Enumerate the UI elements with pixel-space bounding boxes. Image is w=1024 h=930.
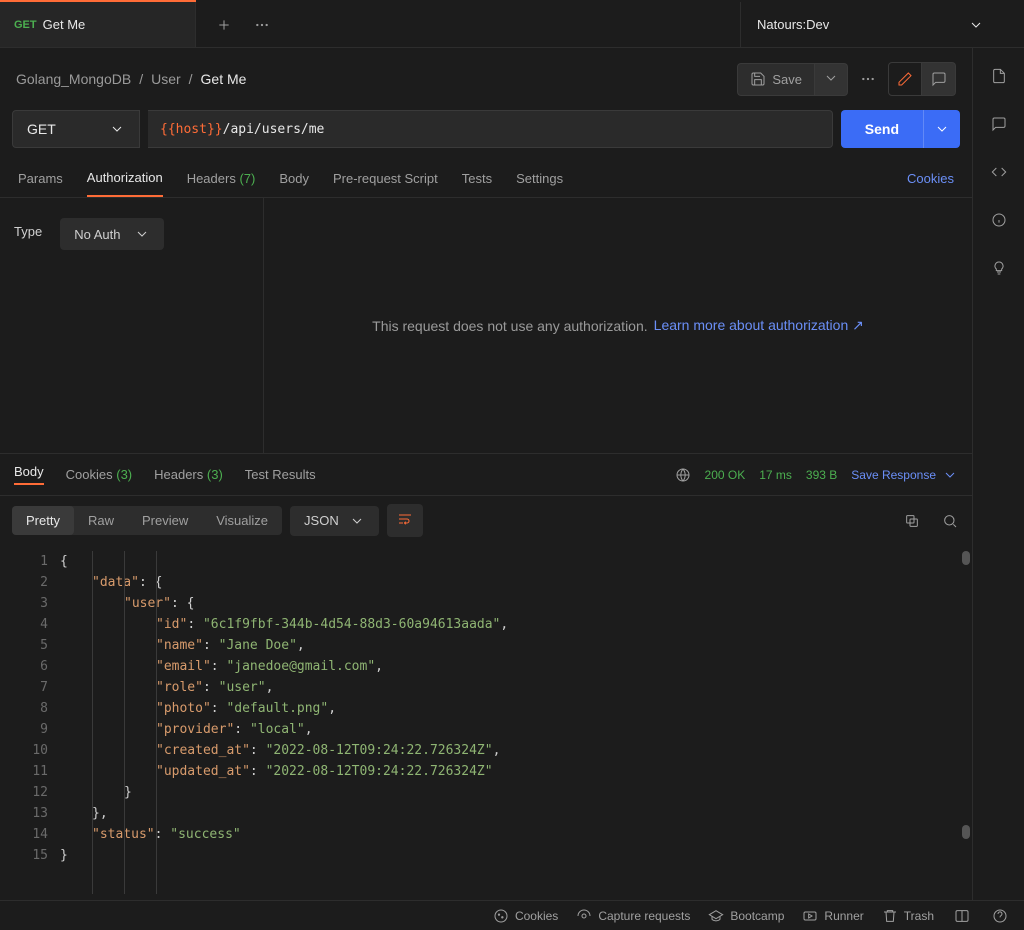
response-body[interactable]: 123456789101112131415 {"data": {"user": …	[0, 545, 972, 900]
chevron-down-icon	[109, 121, 125, 137]
scrollbar-thumb[interactable]	[962, 825, 970, 839]
send-button[interactable]: Send	[841, 110, 923, 148]
more-actions-icon[interactable]	[858, 69, 878, 89]
footer-capture[interactable]: Capture requests	[576, 908, 690, 924]
tab-tests[interactable]: Tests	[462, 161, 492, 196]
code-icon[interactable]	[989, 162, 1009, 182]
response-tab-test-results[interactable]: Test Results	[245, 467, 316, 482]
tab-prerequest[interactable]: Pre-request Script	[333, 161, 438, 196]
status-bar: Cookies Capture requests Bootcamp Runner…	[0, 900, 1024, 930]
tab-authorization[interactable]: Authorization	[87, 160, 163, 197]
breadcrumb-folder[interactable]: User	[151, 71, 181, 87]
view-pretty[interactable]: Pretty	[12, 506, 74, 535]
breadcrumb-collection[interactable]: Golang_MongoDB	[16, 71, 131, 87]
url-variable: {{host}}	[160, 122, 223, 137]
save-response-button[interactable]: Save Response	[851, 467, 958, 483]
view-visualize[interactable]: Visualize	[202, 506, 282, 535]
send-options-button[interactable]	[923, 110, 960, 148]
chevron-down-icon	[134, 226, 150, 242]
auth-type-label: Type	[14, 218, 42, 239]
status-code: 200 OK	[705, 468, 746, 482]
chevron-down-icon	[942, 467, 958, 483]
tab-title: Get Me	[43, 17, 86, 32]
url-input[interactable]: {{host}}/api/users/me	[148, 110, 833, 148]
copy-icon[interactable]	[902, 511, 922, 531]
documentation-icon[interactable]	[989, 66, 1009, 86]
wrap-lines-button[interactable]	[387, 504, 423, 537]
response-tab-headers[interactable]: Headers (3)	[154, 467, 223, 482]
response-tab-body[interactable]: Body	[14, 464, 44, 485]
comment-icon[interactable]	[922, 62, 956, 96]
more-tabs-icon[interactable]	[252, 15, 272, 35]
auth-type-select[interactable]: No Auth	[60, 218, 164, 250]
panes-icon[interactable]	[952, 906, 972, 926]
environment-name: Natours:Dev	[757, 17, 829, 32]
response-size: 393 B	[806, 468, 837, 482]
footer-cookies[interactable]: Cookies	[493, 908, 558, 924]
url-path: /api/users/me	[223, 122, 325, 137]
view-raw[interactable]: Raw	[74, 506, 128, 535]
format-select[interactable]: JSON	[290, 506, 379, 536]
auth-message: This request does not use any authorizat…	[372, 318, 648, 334]
comments-icon[interactable]	[989, 114, 1009, 134]
globe-icon	[675, 467, 691, 483]
footer-bootcamp[interactable]: Bootcamp	[708, 908, 784, 924]
help-icon[interactable]	[990, 906, 1010, 926]
lightbulb-icon[interactable]	[989, 258, 1009, 278]
footer-runner[interactable]: Runner	[802, 908, 863, 924]
tab-params[interactable]: Params	[18, 161, 63, 196]
request-tab[interactable]: GET Get Me	[0, 2, 196, 47]
info-icon[interactable]	[989, 210, 1009, 230]
save-icon	[750, 71, 766, 87]
auth-learn-more-link[interactable]: Learn more about authorization ↗	[654, 317, 864, 334]
chevron-down-icon	[349, 513, 365, 529]
new-tab-icon[interactable]	[214, 15, 234, 35]
response-tab-cookies[interactable]: Cookies (3)	[66, 467, 132, 482]
footer-trash[interactable]: Trash	[882, 908, 934, 924]
environment-quicklook-icon[interactable]	[1000, 15, 1024, 35]
view-preview[interactable]: Preview	[128, 506, 202, 535]
chevron-down-icon	[968, 17, 984, 33]
edit-icon[interactable]	[888, 62, 922, 96]
breadcrumb: Golang_MongoDB / User / Get Me	[16, 71, 246, 87]
method-select[interactable]: GET	[12, 110, 140, 148]
search-icon[interactable]	[940, 511, 960, 531]
tab-headers[interactable]: Headers (7)	[187, 161, 256, 196]
save-options-button[interactable]	[815, 63, 848, 96]
save-button[interactable]: Save	[737, 63, 815, 96]
cookies-link[interactable]: Cookies	[907, 171, 954, 186]
tab-body[interactable]: Body	[279, 161, 309, 196]
tab-settings[interactable]: Settings	[516, 161, 563, 196]
environment-select[interactable]: Natours:Dev	[740, 2, 1000, 47]
response-time: 17 ms	[759, 468, 792, 482]
scrollbar-thumb[interactable]	[962, 551, 970, 565]
breadcrumb-request: Get Me	[201, 71, 247, 87]
tab-bar: GET Get Me Natours:Dev	[0, 2, 1024, 48]
tab-method: GET	[14, 19, 37, 31]
